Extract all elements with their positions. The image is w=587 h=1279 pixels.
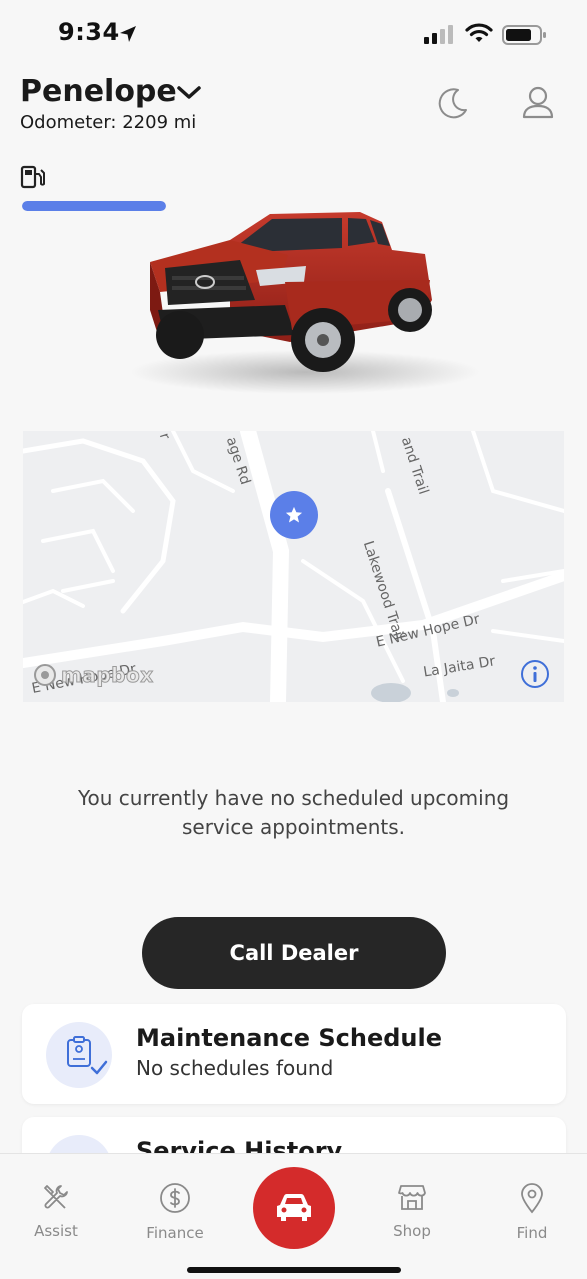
cellular-signal-icon [424,25,453,44]
tab-find[interactable]: Find [487,1182,577,1242]
vehicle-status-button[interactable] [253,1167,335,1249]
profile-icon[interactable] [520,86,556,120]
clipboard-check-icon [67,1036,108,1075]
home-indicator [187,1267,401,1273]
bottom-tab-bar: Assist Finance Shop Find [0,1153,587,1279]
tab-assist[interactable]: Assist [11,1182,101,1240]
star-icon [285,506,303,523]
location-arrow-icon [120,26,136,42]
vehicle-location-map[interactable]: Lakewood Trail E New Hope Dr La Jaita Dr… [23,431,564,702]
call-dealer-button[interactable]: Call Dealer [142,917,446,989]
vehicle-image [130,212,480,394]
card-subtitle: No schedules found [136,1056,334,1080]
dollar-icon [160,1183,190,1213]
wifi-icon [465,23,493,42]
tab-shop[interactable]: Shop [367,1182,457,1240]
tab-label: Finance [146,1224,204,1242]
fuel-pump-icon [20,165,45,189]
tab-finance[interactable]: Finance [130,1182,220,1242]
maintenance-schedule-card[interactable]: Maintenance Schedule No schedules found [22,1004,566,1104]
status-bar: 9:34 [0,0,587,70]
moon-icon[interactable] [436,86,470,120]
car-icon [277,1194,311,1221]
info-icon[interactable] [520,659,550,689]
no-appointments-message: You currently have no scheduled upcoming… [77,786,510,839]
vehicle-name[interactable]: Penelope [20,74,177,109]
mapbox-icon [34,664,56,686]
tools-icon [44,1185,68,1209]
chevron-down-icon[interactable] [176,84,202,102]
mapbox-logo: mapbox [33,663,154,688]
battery-icon [502,25,546,45]
vehicle-location-pin[interactable] [270,491,318,539]
mapbox-attribution: mapbox [61,663,154,688]
tab-label: Assist [34,1222,78,1240]
status-time: 9:34 [58,18,120,46]
tab-label: Shop [393,1222,431,1240]
tab-label: Find [516,1224,548,1242]
odometer: Odometer: 2209 mi [20,112,197,133]
store-icon [398,1185,426,1210]
location-pin-icon [521,1183,543,1214]
card-title: Maintenance Schedule [136,1024,443,1052]
maintenance-icon-container [46,1022,112,1088]
